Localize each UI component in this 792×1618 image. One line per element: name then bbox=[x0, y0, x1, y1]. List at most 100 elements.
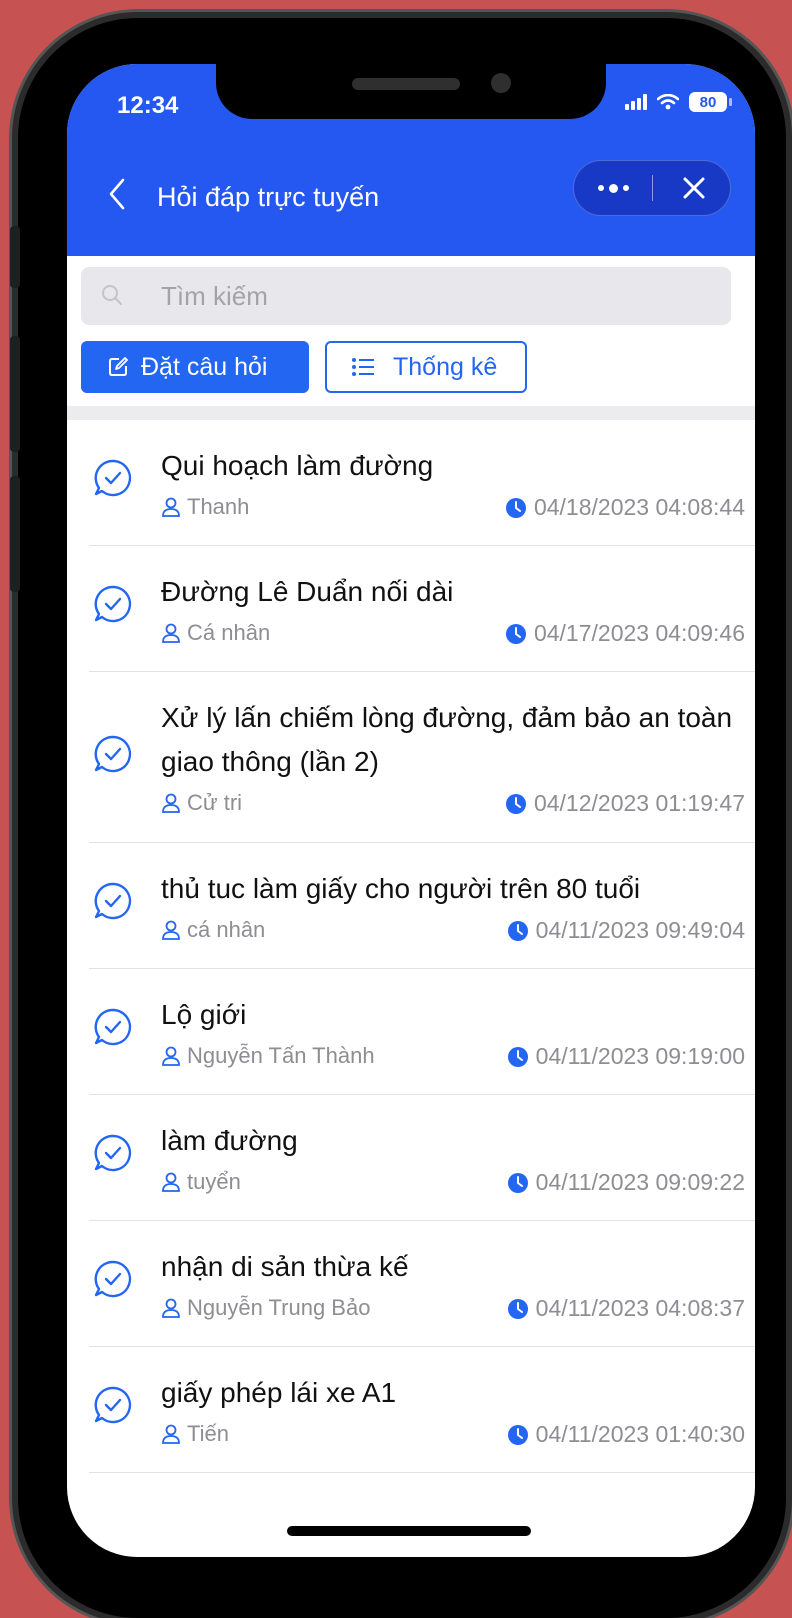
question-title: Qui hoạch làm đường bbox=[161, 450, 434, 481]
question-timestamp: 04/11/2023 04:08:37 bbox=[507, 1295, 745, 1322]
screen: 12:34 80 Hỏi đáp trực tuyến Tìm kiếm Đặt… bbox=[67, 64, 755, 1557]
clock-icon bbox=[505, 497, 526, 518]
question-timestamp: 04/11/2023 09:09:22 bbox=[507, 1169, 745, 1196]
chat-check-icon bbox=[94, 459, 132, 497]
user-icon bbox=[162, 1424, 180, 1444]
signal-icon bbox=[625, 94, 647, 110]
timestamp-text: 04/11/2023 09:49:04 bbox=[535, 917, 745, 943]
question-author: Thanh bbox=[161, 494, 249, 520]
chat-check-icon bbox=[94, 585, 132, 623]
chat-check-icon bbox=[94, 882, 132, 920]
edit-icon bbox=[109, 357, 128, 376]
search-icon bbox=[102, 285, 122, 305]
list-item[interactable]: thủ tuc làm giấy cho người trên 80 tuổi … bbox=[89, 843, 755, 969]
question-title: Xử lý lấn chiếm lòng đường, đảm bảo an t… bbox=[161, 702, 733, 777]
question-timestamp: 04/12/2023 01:19:47 bbox=[505, 790, 745, 817]
author-name: Cá nhân bbox=[187, 620, 271, 645]
user-icon bbox=[162, 793, 180, 813]
question-timestamp: 04/17/2023 04:09:46 bbox=[505, 620, 745, 647]
author-name: Nguyễn Tấn Thành bbox=[187, 1043, 375, 1068]
clock-icon bbox=[507, 1046, 528, 1067]
ask-question-button[interactable]: Đặt câu hỏi bbox=[81, 341, 309, 393]
question-title: Lộ giới bbox=[161, 999, 247, 1030]
list-item[interactable]: làm đường tuyển 04/11/2023 09:09:22 bbox=[89, 1095, 755, 1221]
more-button[interactable] bbox=[574, 161, 652, 215]
wifi-icon bbox=[657, 94, 679, 110]
author-name: tuyển bbox=[187, 1169, 241, 1194]
question-author: Nguyễn Trung Bảo bbox=[161, 1295, 370, 1321]
question-title: giấy phép lái xe A1 bbox=[161, 1377, 397, 1408]
list-item[interactable]: Xử lý lấn chiếm lòng đường, đảm bảo an t… bbox=[89, 672, 755, 843]
speaker bbox=[352, 78, 460, 90]
mini-app-capsule bbox=[573, 160, 731, 216]
list-item[interactable]: Đường Lê Duẩn nối dài Cá nhân 04/17/2023… bbox=[89, 546, 755, 672]
question-timestamp: 04/11/2023 09:19:00 bbox=[507, 1043, 745, 1070]
question-timestamp: 04/11/2023 01:40:30 bbox=[507, 1421, 745, 1448]
timestamp-text: 04/11/2023 09:09:22 bbox=[535, 1169, 745, 1195]
user-icon bbox=[162, 1172, 180, 1192]
back-icon[interactable] bbox=[105, 176, 129, 212]
chat-check-icon bbox=[94, 1260, 132, 1298]
capsule-divider bbox=[652, 175, 653, 201]
ask-question-label: Đặt câu hỏi bbox=[141, 352, 268, 381]
author-name: Tiến bbox=[187, 1421, 229, 1446]
volume-up-button bbox=[10, 336, 20, 452]
user-icon bbox=[162, 1046, 180, 1066]
timestamp-text: 04/18/2023 04:08:44 bbox=[533, 494, 745, 520]
status-indicators: 80 bbox=[625, 92, 732, 112]
author-name: cá nhân bbox=[187, 917, 266, 942]
status-time: 12:34 bbox=[117, 92, 179, 119]
timestamp-text: 04/11/2023 09:19:00 bbox=[535, 1043, 745, 1069]
question-title: Đường Lê Duẩn nối dài bbox=[161, 576, 454, 607]
clock-icon bbox=[507, 1424, 528, 1445]
chat-check-icon bbox=[94, 1008, 132, 1046]
user-icon bbox=[162, 1298, 180, 1318]
question-author: Cử tri bbox=[161, 790, 242, 816]
close-icon bbox=[683, 177, 705, 199]
user-icon bbox=[162, 497, 180, 517]
timestamp-text: 04/11/2023 04:08:37 bbox=[535, 1295, 745, 1321]
statistics-label: Thống kê bbox=[393, 352, 498, 381]
question-author: tuyển bbox=[161, 1169, 241, 1195]
timestamp-text: 04/11/2023 01:40:30 bbox=[535, 1421, 745, 1447]
user-icon bbox=[162, 623, 180, 643]
more-dot-icon bbox=[622, 185, 629, 191]
user-icon bbox=[162, 920, 180, 940]
question-author: Tiến bbox=[161, 1421, 229, 1447]
list-icon bbox=[352, 358, 374, 376]
timestamp-text: 04/12/2023 01:19:47 bbox=[533, 790, 745, 816]
silent-switch bbox=[10, 226, 20, 288]
list-item[interactable]: nhận di sản thừa kế Nguyễn Trung Bảo 04/… bbox=[89, 1221, 755, 1347]
question-title: thủ tuc làm giấy cho người trên 80 tuổi bbox=[161, 873, 641, 904]
volume-down-button bbox=[10, 476, 20, 592]
question-title: làm đường bbox=[161, 1125, 298, 1156]
front-camera bbox=[491, 73, 511, 93]
search-input[interactable] bbox=[161, 267, 701, 325]
question-list: Qui hoạch làm đường Thanh 04/18/2023 04:… bbox=[67, 420, 755, 1473]
home-indicator[interactable] bbox=[287, 1526, 531, 1536]
question-author: cá nhân bbox=[161, 917, 265, 943]
timestamp-text: 04/17/2023 04:09:46 bbox=[533, 620, 745, 646]
question-timestamp: 04/18/2023 04:08:44 bbox=[505, 494, 745, 521]
list-item[interactable]: Qui hoạch làm đường Thanh 04/18/2023 04:… bbox=[89, 420, 755, 546]
page-title: Hỏi đáp trực tuyến bbox=[157, 182, 380, 212]
battery-icon: 80 bbox=[689, 92, 732, 112]
chat-check-icon bbox=[94, 735, 132, 773]
clock-icon bbox=[507, 920, 528, 941]
close-button[interactable] bbox=[664, 161, 724, 215]
more-dot-icon bbox=[608, 183, 618, 193]
clock-icon bbox=[505, 623, 526, 644]
chat-check-icon bbox=[94, 1134, 132, 1172]
question-author: Nguyễn Tấn Thành bbox=[161, 1043, 375, 1069]
statistics-button[interactable]: Thống kê bbox=[325, 341, 527, 393]
section-divider bbox=[67, 406, 755, 420]
search-bar[interactable] bbox=[81, 267, 731, 325]
chat-check-icon bbox=[94, 1386, 132, 1424]
list-item[interactable]: Lộ giới Nguyễn Tấn Thành 04/11/2023 09:1… bbox=[89, 969, 755, 1095]
more-dot-icon bbox=[597, 185, 604, 191]
question-author: Cá nhân bbox=[161, 620, 270, 646]
clock-icon bbox=[507, 1172, 528, 1193]
question-title: nhận di sản thừa kế bbox=[161, 1251, 409, 1282]
list-item[interactable]: giấy phép lái xe A1 Tiến 04/11/2023 01:4… bbox=[89, 1347, 755, 1473]
clock-icon bbox=[505, 793, 526, 814]
